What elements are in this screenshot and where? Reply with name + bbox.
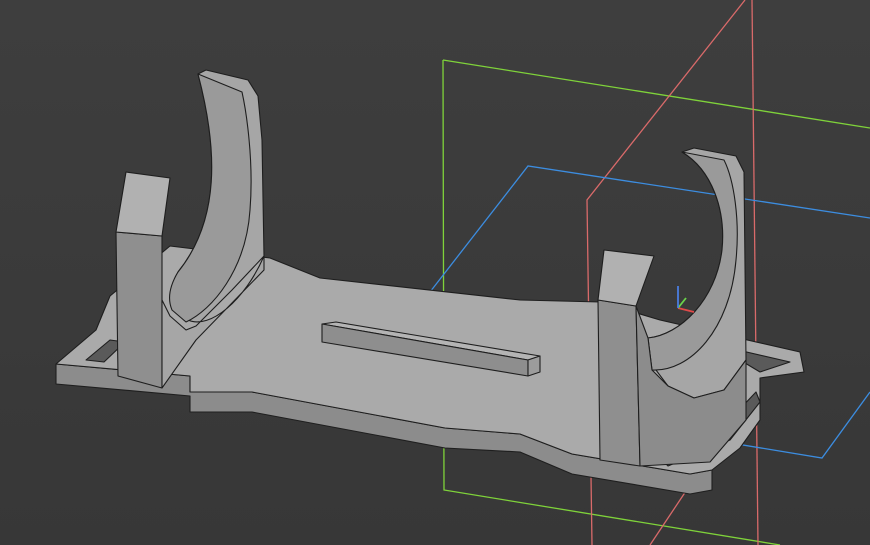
plane-yz-edge: [751, 0, 759, 545]
right-post-side: [597, 249, 655, 307]
center-rib-end: [527, 355, 541, 377]
left-post-front: [115, 231, 163, 389]
cad-scene[interactable]: [0, 0, 870, 545]
left-post-side: [115, 171, 171, 237]
axis-x: [677, 307, 695, 313]
3d-viewport[interactable]: [0, 0, 870, 545]
axis-y: [677, 297, 687, 309]
right-post-front: [597, 299, 641, 467]
bracket-part[interactable]: [55, 69, 805, 495]
plane-xz[interactable]: [442, 59, 870, 129]
origin-triad: [677, 286, 695, 313]
